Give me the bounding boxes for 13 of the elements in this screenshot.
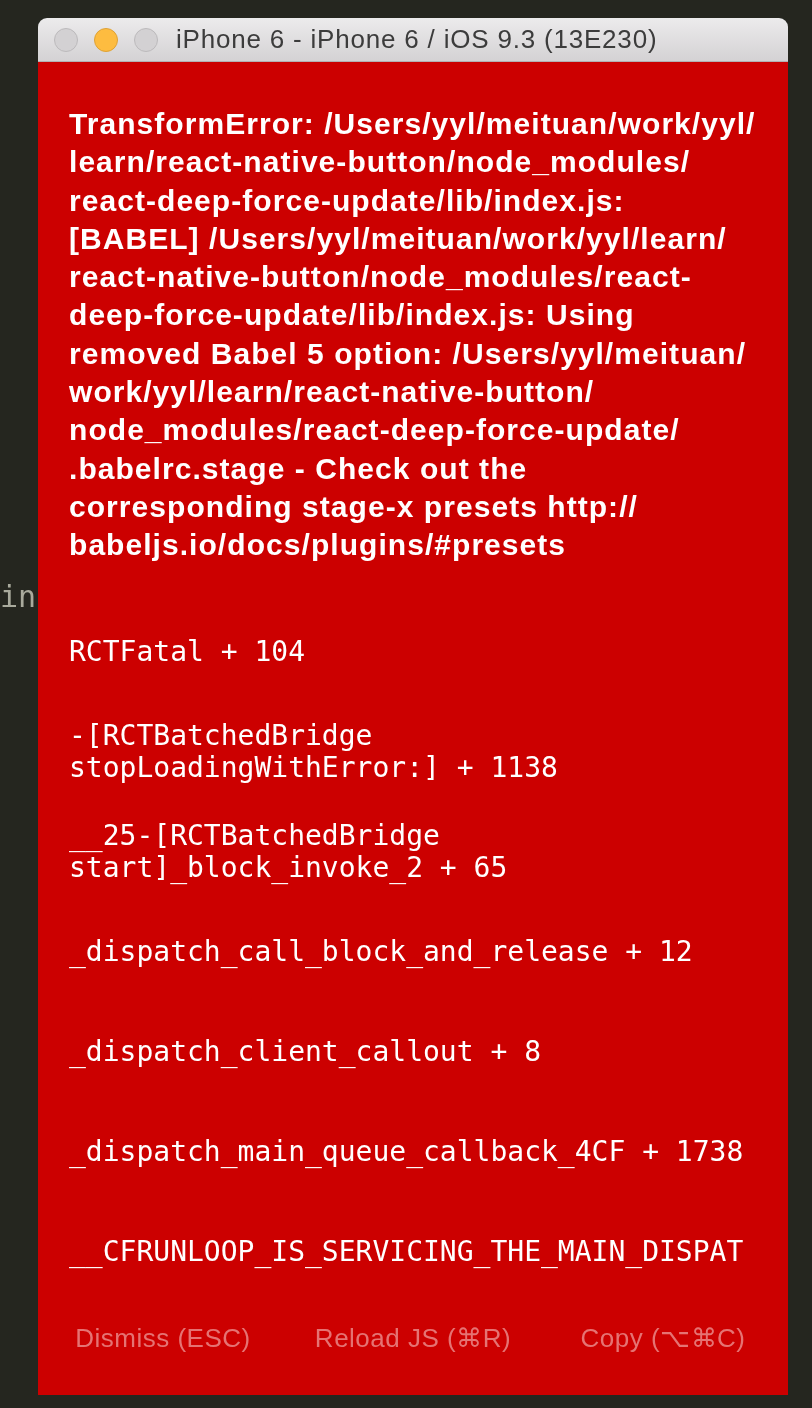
window-title: iPhone 6 - iPhone 6 / iOS 9.3 (13E230)	[176, 23, 658, 56]
stack-frame[interactable]: -[RCTBatchedBridge stopLoadingWithError:] + 1138	[69, 719, 757, 784]
error-message: TransformError: /Users/yyl/meituan/work/yyl/learn/react-native-button/node_modules/react-deep-force-update/lib/index.js: [BABEL] /Users/yyl/meituan/work/yyl/learn/react-native-button/node_modules/react-deep-force-update/lib/index.js: Using removed Babel 5 option: /Users/yyl/meituan/work/yyl/learn/react-native-button/node_modules/react-deep-force-update/.babelrc.stage - Check out the corresponding stage-x presets http://babeljs.io/docs/plugins/#presets	[69, 106, 757, 564]
close-button[interactable]	[54, 27, 78, 52]
stack-frame[interactable]: __25-[RCTBatchedBridge start]_block_invoke_2 + 65	[69, 819, 757, 884]
zoom-button[interactable]	[134, 27, 158, 52]
minimize-button[interactable]	[94, 27, 118, 52]
editor-text: in	[0, 578, 37, 616]
stack-frame[interactable]: _dispatch_client_callout + 8	[69, 1035, 541, 1068]
stack-frame[interactable]: _dispatch_main_queue_callback_4CF + 1738	[69, 1135, 744, 1168]
stack-frame[interactable]: __CFRUNLOOP_IS_SERVICING_THE_MAIN_DISPAT	[69, 1235, 744, 1268]
stack-frame[interactable]: RCTFatal + 104	[69, 635, 305, 668]
stack-frame[interactable]: _dispatch_call_block_and_release + 12	[69, 935, 693, 968]
